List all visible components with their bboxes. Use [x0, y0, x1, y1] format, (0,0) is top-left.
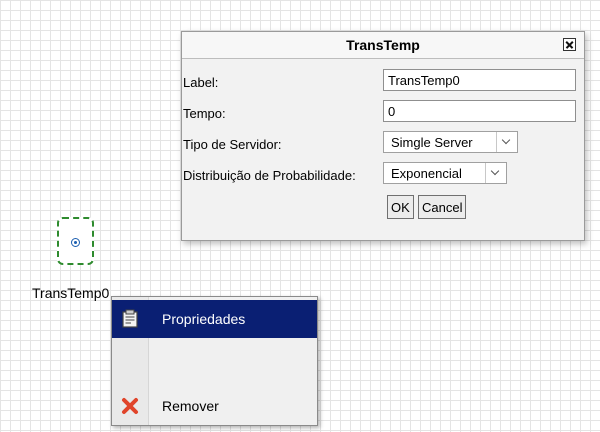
remove-x-icon — [122, 398, 138, 414]
server-type-label: Tipo de Servidor: — [183, 137, 282, 152]
menu-item-blank[interactable] — [112, 342, 317, 380]
chevron-down-icon — [496, 132, 517, 152]
tempo-field-label: Tempo: — [183, 106, 226, 121]
label-input[interactable] — [383, 69, 576, 91]
context-menu: Propriedades Remover — [111, 296, 318, 426]
distribution-value: Exponencial — [391, 166, 462, 181]
dialog-title-bar[interactable]: TransTemp — [182, 32, 584, 59]
dialog-title: TransTemp — [346, 37, 420, 53]
menu-item-label: Propriedades — [162, 311, 246, 327]
menu-item-properties[interactable]: Propriedades — [112, 300, 317, 338]
menu-item-label: Remover — [162, 398, 219, 414]
transtemp-node[interactable] — [57, 217, 94, 265]
properties-icon — [122, 309, 138, 328]
properties-dialog: TransTemp Label: Tempo: Tipo de Servidor… — [181, 31, 585, 241]
label-field-label: Label: — [183, 75, 219, 90]
node-port-icon — [71, 238, 80, 247]
server-type-value: Simgle Server — [391, 135, 473, 150]
node-label: TransTemp0 — [32, 285, 110, 301]
cancel-button[interactable]: Cancel — [418, 195, 467, 219]
ok-button[interactable]: OK — [387, 195, 414, 219]
chevron-down-icon — [485, 163, 506, 183]
tempo-input[interactable] — [383, 100, 576, 122]
close-icon[interactable] — [563, 38, 576, 51]
distribution-label: Distribuição de Probabilidade: — [183, 168, 356, 183]
distribution-select[interactable]: Exponencial — [383, 162, 507, 184]
server-type-select[interactable]: Simgle Server — [383, 131, 518, 153]
menu-item-remove[interactable]: Remover — [112, 387, 317, 425]
